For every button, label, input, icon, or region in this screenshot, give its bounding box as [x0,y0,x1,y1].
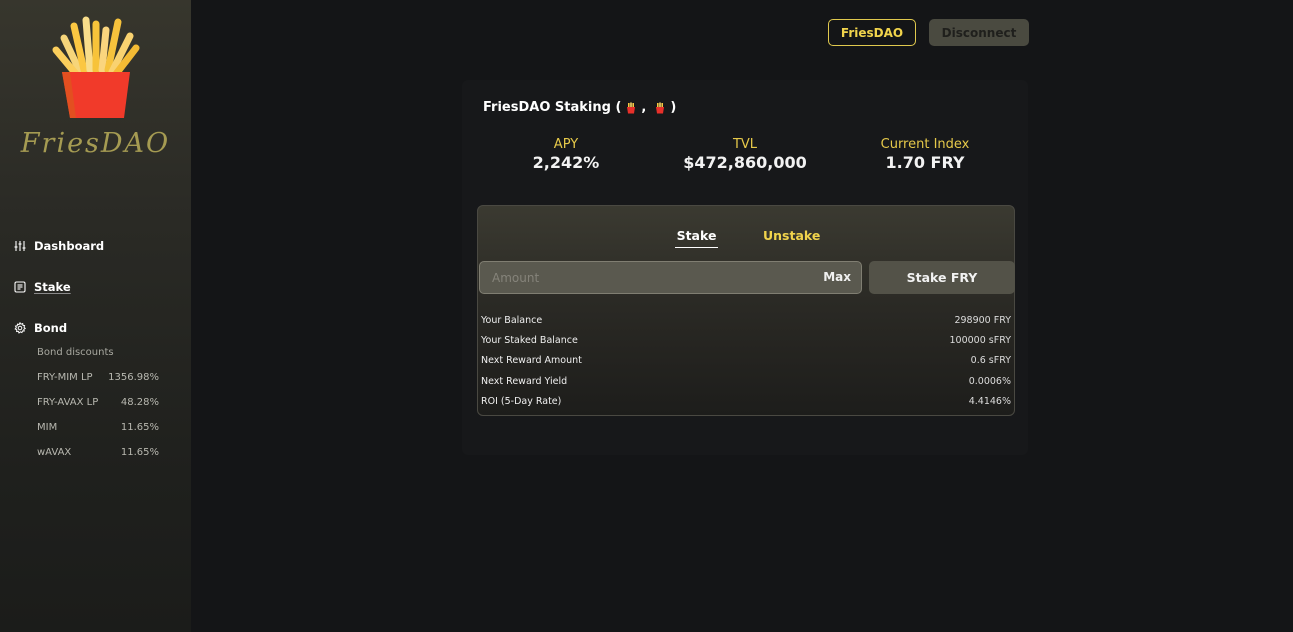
stat-apy: APY 2,242% [466,137,666,172]
info-row-roi: ROI (5-Day Rate) 4.4146% [481,396,1011,407]
sidebar-item-label: Dashboard [34,239,105,253]
card-title: FriesDAO Staking ( , ) [483,100,676,115]
stat-current-index: Current Index 1.70 FRY [825,137,1025,172]
brand-name: FriesDAO [20,128,171,159]
bond-discounts-label: Bond discounts [37,347,114,358]
info-label: Next Reward Yield [481,376,568,387]
amount-input[interactable] [492,262,812,293]
stat-value: $472,860,000 [683,153,807,172]
fries-emoji-icon [627,102,636,113]
sidebar-item-dashboard[interactable]: Dashboard [14,239,104,253]
fries-logo-icon [52,16,140,118]
bond-discount: 48.28% [120,397,159,408]
stake-panel: Stake Unstake Max Stake FRY Your Balance… [477,205,1015,416]
amount-field: Max [479,261,862,294]
staking-card: FriesDAO Staking ( , ) APY 2,242% TVL $4… [462,80,1028,455]
fries-emoji-icon [656,102,665,113]
disconnect-button[interactable]: Disconnect [929,19,1029,46]
stat-tvl: TVL $472,860,000 [645,137,845,172]
stat-label: APY [553,137,579,152]
sidebar-item-bond[interactable]: Bond [14,321,67,335]
bond-discount: 11.65% [120,422,159,433]
title-separator: , [641,100,647,115]
tab-unstake[interactable]: Unstake [763,228,820,247]
info-label: Next Reward Amount [481,355,582,366]
stake-fry-button[interactable]: Stake FRY [869,261,1015,294]
title-text: ) [670,100,677,115]
account-button[interactable]: FriesDAO [828,19,916,46]
bond-name: FRY-MIM LP [37,372,93,383]
stat-label: TVL [732,137,758,152]
info-value: 298900 FRY [954,315,1011,326]
info-label: Your Staked Balance [481,335,578,346]
bond-item-mim[interactable]: MIM 11.65% [37,422,159,433]
bond-name: FRY-AVAX LP [37,397,99,408]
info-row-balance: Your Balance 298900 FRY [481,315,1011,326]
info-label: ROI (5-Day Rate) [481,396,562,407]
sliders-icon [14,241,26,251]
info-row-staked-balance: Your Staked Balance 100000 sFRY [481,335,1011,346]
info-row-next-reward-yield: Next Reward Yield 0.0006% [481,376,1011,387]
bond-name: wAVAX [37,447,72,458]
document-icon [14,281,26,293]
info-value: 100000 sFRY [949,335,1012,346]
stat-value: 2,242% [532,153,600,172]
stat-label: Current Index [880,137,970,152]
info-row-next-reward-amount: Next Reward Amount 0.6 sFRY [481,355,1011,366]
bond-item-wavax[interactable]: wAVAX 11.65% [37,447,159,458]
info-value: 0.6 sFRY [970,355,1011,366]
bond-item-fry-mim-lp[interactable]: FRY-MIM LP 1356.98% [37,372,159,383]
max-button[interactable]: Max [823,270,851,284]
bond-discount: 1356.98% [108,372,159,383]
tab-stake[interactable]: Stake [675,228,718,248]
title-text: FriesDAO Staking ( [483,100,622,115]
sidebar-item-stake[interactable]: Stake [14,280,71,294]
info-label: Your Balance [481,315,543,326]
stat-value: 1.70 FRY [885,153,965,172]
bond-item-fry-avax-lp[interactable]: FRY-AVAX LP 48.28% [37,397,159,408]
sidebar-item-label: Stake [34,280,71,294]
bond-discount: 11.65% [120,447,159,458]
gear-icon [14,322,26,334]
info-value: 4.4146% [968,396,1011,407]
info-value: 0.0006% [968,376,1011,387]
sidebar: FriesDAO Dashboard Stake Bond Bond disco… [0,0,191,632]
bond-name: MIM [37,422,58,433]
sidebar-item-label: Bond [34,321,68,335]
